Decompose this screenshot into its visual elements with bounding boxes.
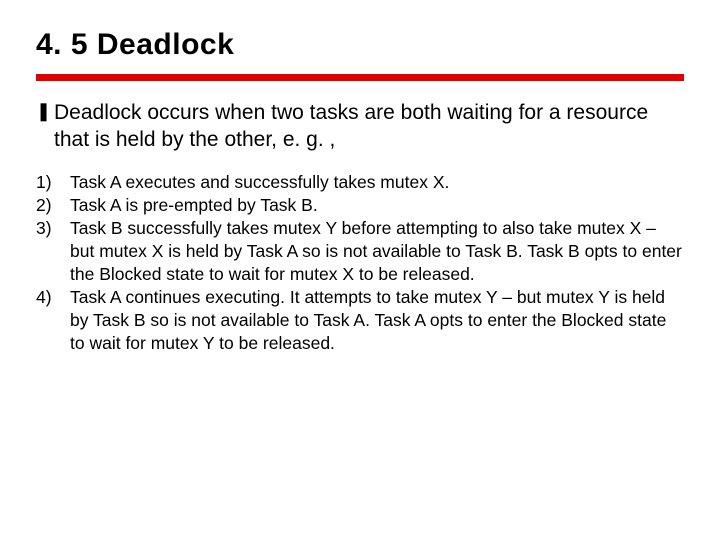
- step-number: 2): [36, 194, 70, 217]
- title-underline: [36, 74, 684, 81]
- step-number: 3): [36, 217, 70, 286]
- slide-title: 4. 5 Deadlock: [36, 28, 684, 62]
- intro-block: ❚ Deadlock occurs when two tasks are bot…: [36, 99, 684, 153]
- step-text: Task A executes and successfully takes m…: [70, 171, 684, 194]
- step-number: 1): [36, 171, 70, 194]
- steps-list: 1) Task A executes and successfully take…: [36, 171, 684, 355]
- step-number: 4): [36, 286, 70, 355]
- step-text: Task B successfully takes mutex Y before…: [70, 217, 684, 286]
- zapf-bullet-icon: ❚: [36, 99, 54, 123]
- step-text: Task A continues executing. It attempts …: [70, 286, 684, 355]
- list-item: 4) Task A continues executing. It attemp…: [36, 286, 684, 355]
- list-item: 3) Task B successfully takes mutex Y bef…: [36, 217, 684, 286]
- step-text: Task A is pre-empted by Task B.: [70, 194, 684, 217]
- list-item: 1) Task A executes and successfully take…: [36, 171, 684, 194]
- intro-text: Deadlock occurs when two tasks are both …: [54, 99, 684, 153]
- list-item: 2) Task A is pre-empted by Task B.: [36, 194, 684, 217]
